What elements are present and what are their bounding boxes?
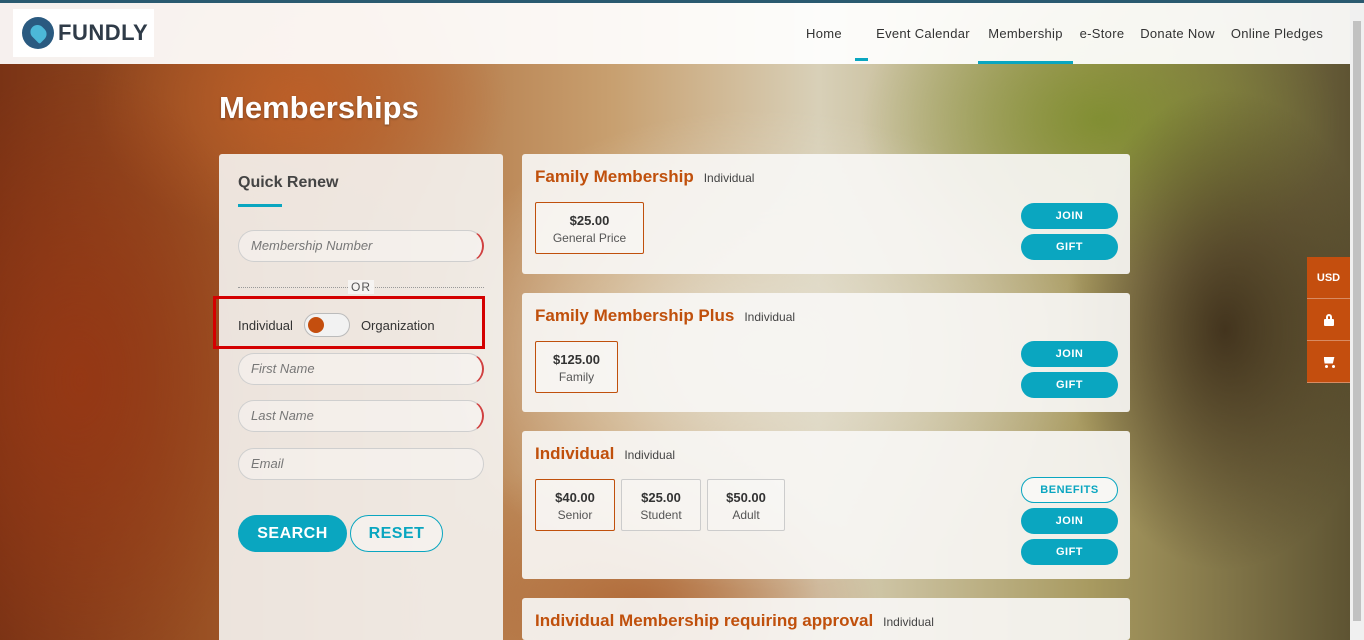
toggle-knob: [307, 317, 324, 333]
price-option-adult[interactable]: $50.00 Adult: [707, 479, 785, 531]
cart-icon: [1322, 356, 1336, 368]
search-button[interactable]: SEARCH: [238, 515, 347, 552]
quick-renew-panel: Quick Renew Membership Number OR First N…: [219, 154, 503, 640]
nav-event-calendar[interactable]: Event Calendar: [868, 3, 978, 64]
or-divider: OR: [238, 280, 484, 294]
price-option-student[interactable]: $25.00 Student: [621, 479, 701, 531]
price-option[interactable]: $125.00 Family: [535, 341, 618, 393]
or-text: OR: [348, 280, 374, 294]
membership-name: Family Membership Individual: [535, 167, 755, 186]
benefits-button[interactable]: BENEFITS: [1021, 477, 1118, 503]
join-button[interactable]: JOIN: [1021, 508, 1118, 534]
site-header: FUNDLY Home Event Calendar Membership e-…: [0, 3, 1350, 64]
main-nav: Home Event Calendar Membership e-Store D…: [780, 3, 1330, 64]
fundly-logo[interactable]: FUNDLY: [13, 9, 154, 57]
nav-e-store[interactable]: e-Store: [1073, 3, 1131, 64]
email-input[interactable]: Email: [238, 448, 484, 480]
membership-name: Family Membership Plus Individual: [535, 306, 796, 325]
lock-icon: [1323, 313, 1334, 326]
membership-type: Individual: [744, 310, 796, 324]
join-button[interactable]: JOIN: [1021, 203, 1118, 229]
reset-button[interactable]: RESET: [350, 515, 443, 552]
gift-button[interactable]: GIFT: [1021, 234, 1118, 260]
title-underline: [238, 204, 282, 207]
page-title: Memberships: [219, 90, 419, 125]
first-name-input[interactable]: First Name: [238, 353, 484, 385]
cart-button[interactable]: [1307, 341, 1350, 383]
membership-type: Individual: [703, 171, 755, 185]
toggle-label-individual: Individual: [238, 317, 293, 333]
nav-membership[interactable]: Membership: [978, 3, 1073, 64]
toggle-label-organization: Organization: [360, 317, 435, 333]
currency-button[interactable]: USD: [1307, 257, 1350, 299]
logo-text: FUNDLY: [58, 20, 149, 45]
membership-card-family-plus: Family Membership Plus Individual $125.00…: [522, 293, 1130, 412]
price-option[interactable]: $25.00 General Price: [535, 202, 644, 254]
scrollbar-thumb[interactable]: [1353, 21, 1361, 621]
membership-card-individual: Individual Individual $40.00 Senior $25.0…: [522, 431, 1130, 579]
nav-home[interactable]: Home: [780, 3, 868, 64]
quick-renew-title: Quick Renew: [238, 174, 339, 191]
membership-number-input[interactable]: Membership Number: [238, 230, 484, 262]
membership-card-approval: Individual Membership requiring approval…: [522, 598, 1130, 640]
last-name-input[interactable]: Last Name: [238, 400, 484, 432]
nav-indicator: [855, 58, 868, 61]
price-option-senior[interactable]: $40.00 Senior: [535, 479, 615, 531]
login-button[interactable]: [1307, 299, 1350, 341]
membership-type: Individual: [883, 615, 934, 629]
join-button[interactable]: JOIN: [1021, 341, 1118, 367]
nav-donate-now[interactable]: Donate Now: [1131, 3, 1224, 64]
gift-button[interactable]: GIFT: [1021, 539, 1118, 565]
nav-online-pledges[interactable]: Online Pledges: [1224, 3, 1330, 64]
side-widget: USD: [1307, 257, 1350, 383]
page-scrollbar[interactable]: [1350, 3, 1364, 640]
heart-logo-icon: [22, 17, 54, 49]
individual-organization-toggle[interactable]: [303, 313, 350, 337]
individual-organization-toggle-row: Individual Organization: [238, 312, 435, 338]
membership-type: Individual: [624, 448, 676, 462]
membership-card-family: Family Membership Individual $25.00 Gener…: [522, 154, 1130, 274]
gift-button[interactable]: GIFT: [1021, 372, 1118, 398]
membership-name: Individual Membership requiring approval…: [535, 611, 934, 630]
membership-name: Individual Individual: [535, 444, 676, 463]
